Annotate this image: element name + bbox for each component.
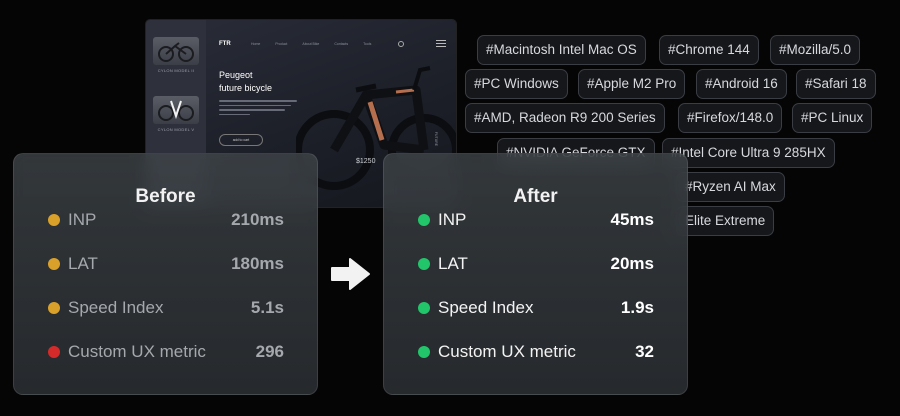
tag: #Chrome 144 <box>659 35 759 65</box>
status-dot-icon <box>48 346 60 358</box>
tag: Elite Extreme <box>676 206 775 236</box>
card-title: After <box>513 186 558 207</box>
preview-nav-item: Contacts <box>334 42 349 46</box>
metric-label: Custom UX metric <box>438 342 576 361</box>
thumbnail-caption: CYLON MODEL V <box>157 127 195 132</box>
metric-value: 5.1s <box>250 298 284 317</box>
thumbnail-caption: CYLON MODEL II <box>157 68 195 73</box>
menu-icon <box>436 40 446 49</box>
tag: #PC Windows <box>465 69 568 99</box>
metric-value: 45ms <box>610 210 654 229</box>
metric-label: Speed Index <box>68 298 164 317</box>
metric-value: 210ms <box>231 210 284 229</box>
metric-label: Custom UX metric <box>68 342 206 361</box>
metric-row: LAT 20ms <box>384 252 687 276</box>
metric-value: 1.9s <box>620 298 654 317</box>
tag: #AMD, Radeon R9 200 Series <box>465 103 665 133</box>
metric-row: LAT 180ms <box>14 252 317 276</box>
before-metrics-card: Before INP 210ms LAT 180ms Speed Index 5… <box>13 153 318 395</box>
card-title: Before <box>135 186 196 207</box>
tag: #Android 16 <box>696 69 787 99</box>
preview-title-line: Peugeot <box>219 70 253 80</box>
preview-price: $1250 <box>356 158 376 165</box>
preview-logo: FTR <box>219 41 231 47</box>
metric-label: LAT <box>438 254 468 273</box>
metric-label: LAT <box>68 254 98 273</box>
tag: #Macintosh Intel Mac OS <box>477 35 646 65</box>
preview-cart-button: add to cart <box>219 134 263 146</box>
status-dot-icon <box>418 214 430 226</box>
tag: #Safari 18 <box>796 69 876 99</box>
preview-nav-item: Home <box>251 42 261 46</box>
status-dot-icon <box>418 258 430 270</box>
metric-value: 180ms <box>231 254 284 273</box>
preview-description <box>219 100 297 118</box>
after-metrics-card: After INP 45ms LAT 20ms Speed Index 1.9s… <box>383 153 688 395</box>
tag: #Apple M2 Pro <box>578 69 686 99</box>
metric-label: Speed Index <box>438 298 534 317</box>
metric-value: 32 <box>635 342 654 361</box>
metric-row: Custom UX metric 296 <box>14 340 317 364</box>
status-dot-icon <box>418 346 430 358</box>
preview-title-line: future bicycle <box>219 83 273 93</box>
metric-label: INP <box>438 210 467 229</box>
tag: #Mozilla/5.0 <box>770 35 861 65</box>
metric-row: INP 210ms <box>14 208 317 232</box>
tag: #Ryzen AI Max <box>676 172 785 202</box>
metric-row: Custom UX metric 32 <box>384 340 687 364</box>
preview-nav: Home Product About Bike Contacts Tools <box>251 42 371 46</box>
status-dot-icon <box>48 302 60 314</box>
tag: #PC Linux <box>792 103 873 133</box>
metric-value: 20ms <box>610 254 654 273</box>
metric-row: INP 45ms <box>384 208 687 232</box>
status-dot-icon <box>48 214 60 226</box>
preview-vertical-label: FUTURE <box>434 131 439 147</box>
metric-row: Speed Index 1.9s <box>384 296 687 320</box>
status-dot-icon <box>418 302 430 314</box>
metric-label: INP <box>68 210 97 229</box>
metric-value: 296 <box>255 342 284 361</box>
status-dot-icon <box>48 258 60 270</box>
preview-nav-item: About Bike <box>302 42 320 46</box>
preview-title: Peugeot future bicycle <box>219 69 272 95</box>
metric-row: Speed Index 5.1s <box>14 296 317 320</box>
preview-nav-item: Product <box>275 42 288 46</box>
preview-nav-item: Tools <box>363 42 372 46</box>
bike-thumbnail <box>153 37 199 65</box>
right-arrow-icon <box>331 258 370 290</box>
tag: #Firefox/148.0 <box>678 103 783 133</box>
search-icon <box>398 41 404 47</box>
bike-thumbnail <box>153 96 199 124</box>
